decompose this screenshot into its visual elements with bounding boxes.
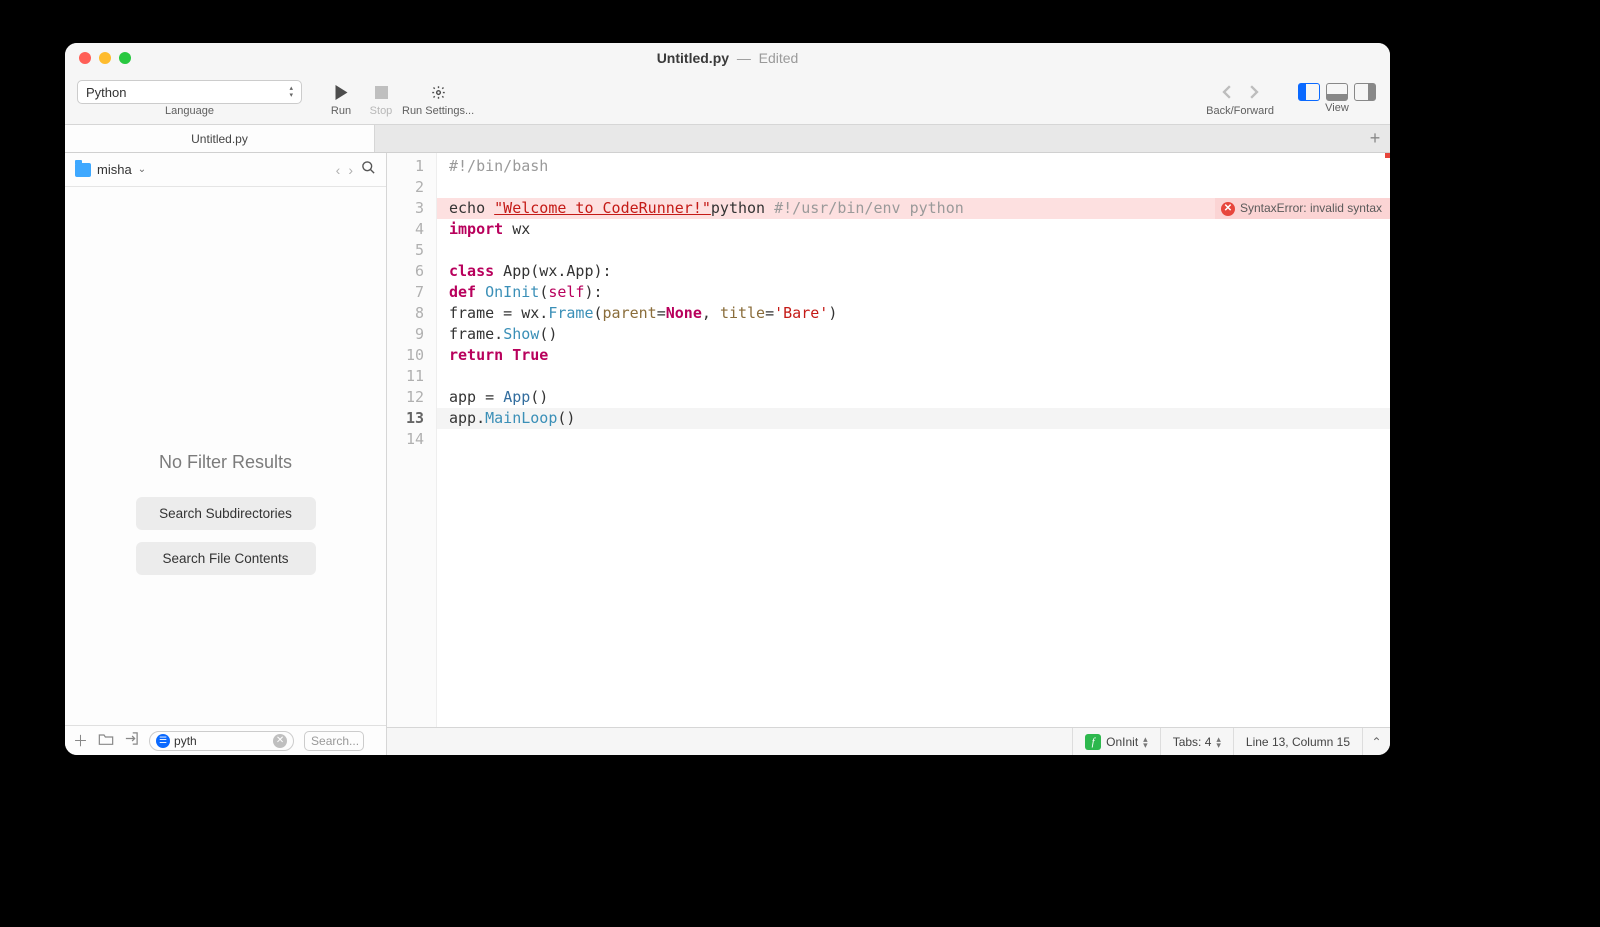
filter-clear-button[interactable]: ✕ [273, 734, 287, 748]
view-label: View [1325, 102, 1349, 114]
nav-forward-button[interactable] [1240, 80, 1266, 104]
run-settings-button[interactable] [419, 80, 457, 104]
filter-type-icon: ☰ [156, 734, 170, 748]
gutter: 123 456 789 101112 1314 [387, 153, 437, 727]
language-select[interactable]: Python ▴▾ [77, 80, 302, 104]
error-icon: ✕ [1221, 202, 1235, 216]
traffic-lights [65, 52, 131, 64]
code-lines[interactable]: #!/bin/bash echo "Welcome to CodeRunner!… [437, 153, 1390, 727]
sidebar-content: No Filter Results Search Subdirectories … [65, 187, 386, 725]
sidebar: misha ⌄ ‹ › No Filter Results Search Sub… [65, 153, 387, 755]
error-text: SyntaxError: invalid syntax [1240, 198, 1382, 219]
new-file-button[interactable]: ＋ [73, 730, 88, 751]
close-button[interactable] [79, 52, 91, 64]
stop-button[interactable] [362, 80, 400, 104]
title-filename: Untitled.py [657, 50, 729, 66]
nav-back-button[interactable] [1214, 80, 1240, 104]
sidebar-back-button[interactable]: ‹ [336, 162, 341, 178]
language-label: Language [165, 105, 214, 117]
sidebar-forward-button[interactable]: › [348, 162, 353, 178]
status-function[interactable]: f OnInit ▴▾ [1072, 728, 1160, 755]
search-field[interactable]: Search... [304, 731, 364, 751]
filter-field[interactable]: ☰ pyth ✕ [149, 731, 294, 751]
status-bar: f OnInit ▴▾ Tabs: 4 ▴▾ Line 13, Column 1… [387, 727, 1390, 755]
titlebar: Untitled.py — Edited [65, 43, 1390, 73]
view-left-panel-button[interactable] [1298, 83, 1320, 101]
title-edited: — Edited [733, 50, 798, 66]
chevron-updown-icon: ▴▾ [1143, 736, 1148, 748]
minimize-button[interactable] [99, 52, 111, 64]
chevron-down-icon[interactable]: ⌄ [138, 164, 146, 175]
new-folder-button[interactable] [98, 732, 114, 750]
editor: 123 456 789 101112 1314 #!/bin/bash echo… [387, 153, 1390, 755]
error-badge[interactable]: ✕ SyntaxError: invalid syntax [1215, 198, 1390, 219]
tab-active[interactable]: Untitled.py [65, 125, 375, 152]
no-results-label: No Filter Results [159, 452, 292, 473]
run-label: Run [331, 105, 351, 117]
status-tabs[interactable]: Tabs: 4 ▴▾ [1160, 728, 1233, 755]
view-right-panel-button[interactable] [1354, 83, 1376, 101]
sidebar-footer: ＋ ☰ pyth ✕ Search... [65, 725, 386, 755]
sidebar-header: misha ⌄ ‹ › [65, 153, 386, 187]
view-bottom-panel-button[interactable] [1326, 83, 1348, 101]
tab-add-button[interactable]: + [1360, 125, 1390, 152]
search-icon[interactable] [361, 160, 376, 179]
status-position[interactable]: Line 13, Column 15 [1233, 728, 1362, 755]
function-icon: f [1085, 734, 1101, 750]
toolbar: Python ▴▾ Language Run Stop [65, 73, 1390, 125]
run-settings-label: Run Settings... [402, 105, 474, 117]
back-forward-label: Back/Forward [1206, 105, 1274, 117]
run-button[interactable] [322, 80, 360, 104]
search-subdirectories-button[interactable]: Search Subdirectories [136, 497, 316, 530]
folder-icon [75, 163, 91, 177]
stop-label: Stop [370, 105, 393, 117]
app-window: Untitled.py — Edited Python ▴▾ Language … [65, 43, 1390, 755]
sidebar-folder-name[interactable]: misha [97, 162, 132, 177]
window-title: Untitled.py — Edited [657, 50, 799, 66]
tab-label: Untitled.py [191, 132, 248, 146]
stepper-icon: ▴▾ [289, 85, 293, 99]
import-button[interactable] [124, 731, 139, 750]
search-placeholder: Search... [311, 734, 359, 748]
chevron-updown-icon: ▴▾ [1216, 736, 1221, 748]
tab-bar: Untitled.py + [65, 125, 1390, 153]
status-expand-button[interactable]: ⌃ [1362, 728, 1390, 755]
code-area[interactable]: 123 456 789 101112 1314 #!/bin/bash echo… [387, 153, 1390, 727]
zoom-button[interactable] [119, 52, 131, 64]
filter-value: pyth [174, 734, 197, 748]
language-value: Python [86, 85, 126, 100]
search-file-contents-button[interactable]: Search File Contents [136, 542, 316, 575]
